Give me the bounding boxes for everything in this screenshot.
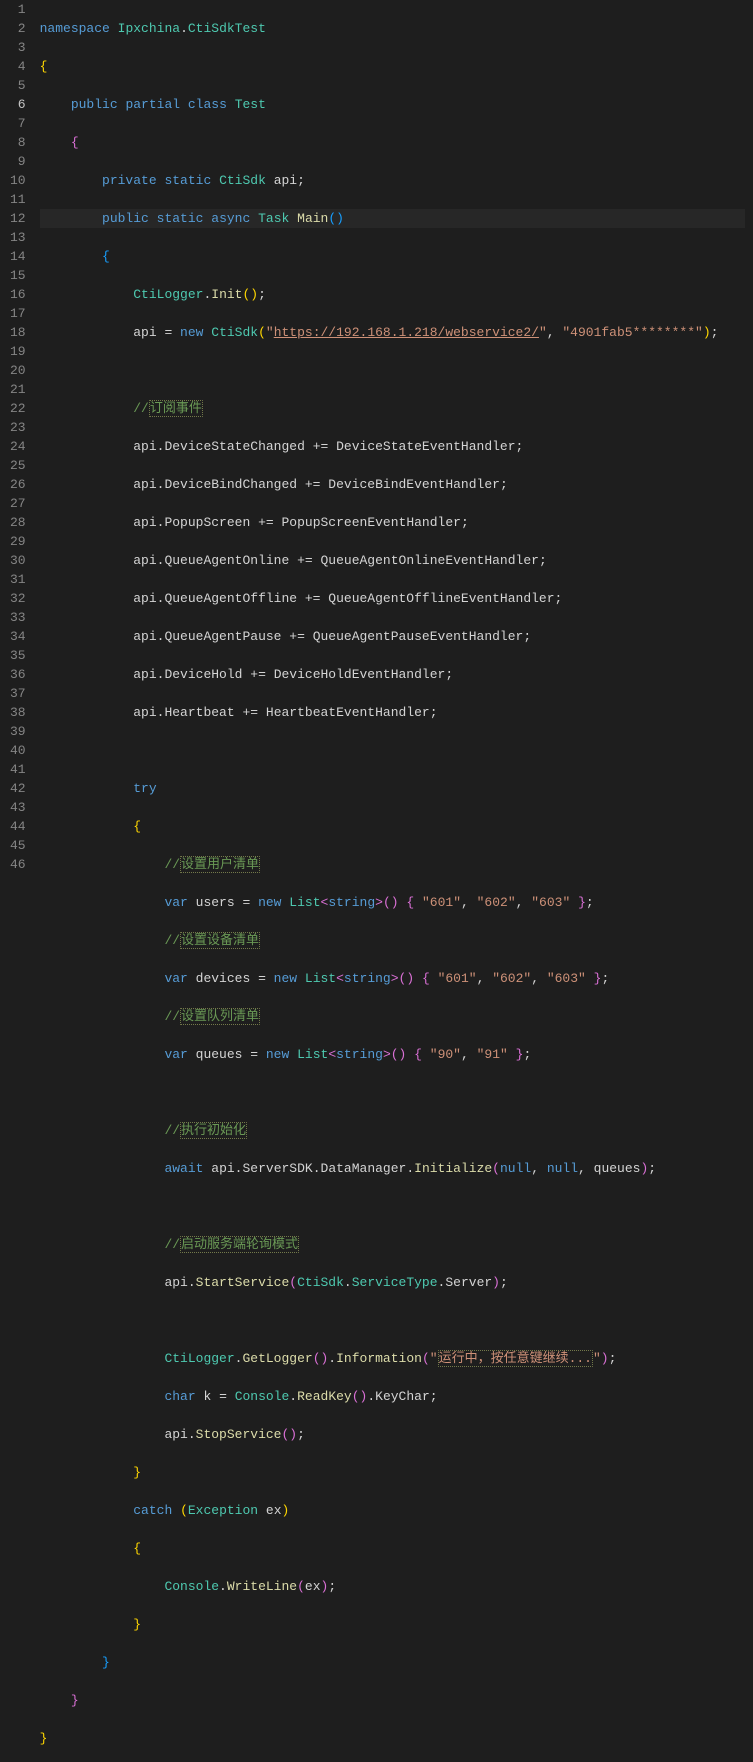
line-number: 39: [10, 722, 26, 741]
line-number: 19: [10, 342, 26, 361]
code-line: [40, 361, 745, 380]
line-number: 7: [10, 114, 26, 133]
code-line: api.PopupScreen += PopupScreenEventHandl…: [40, 513, 745, 532]
line-number: 38: [10, 703, 26, 722]
code-line: //设置设备清单: [40, 931, 745, 950]
code-area[interactable]: namespace Ipxchina.CtiSdkTest { public p…: [40, 0, 753, 1762]
code-line: CtiLogger.GetLogger().Information("运行中，按…: [40, 1349, 745, 1368]
code-line: }: [40, 1653, 745, 1672]
code-line: private static CtiSdk api;: [40, 171, 745, 190]
code-line: {: [40, 133, 745, 152]
line-number: 34: [10, 627, 26, 646]
code-line: api.QueueAgentOnline += QueueAgentOnline…: [40, 551, 745, 570]
code-line: Console.WriteLine(ex);: [40, 1577, 745, 1596]
code-line: //订阅事件: [40, 399, 745, 418]
line-number: 11: [10, 190, 26, 209]
line-number: 17: [10, 304, 26, 323]
code-line: api.StopService();: [40, 1425, 745, 1444]
line-number: 41: [10, 760, 26, 779]
line-number: 35: [10, 646, 26, 665]
line-number: 1: [10, 0, 26, 19]
line-number: 2: [10, 19, 26, 38]
code-line: namespace Ipxchina.CtiSdkTest: [40, 19, 745, 38]
line-number: 28: [10, 513, 26, 532]
line-number: 6: [10, 95, 26, 114]
code-line: }: [40, 1729, 745, 1748]
line-number: 16: [10, 285, 26, 304]
line-number: 13: [10, 228, 26, 247]
code-editor: 1234567891011121314151617181920212223242…: [0, 0, 753, 1762]
line-number: 24: [10, 437, 26, 456]
line-number: 22: [10, 399, 26, 418]
code-line: try: [40, 779, 745, 798]
code-line: catch (Exception ex): [40, 1501, 745, 1520]
code-line: var users = new List<string>() { "601", …: [40, 893, 745, 912]
code-line: {: [40, 817, 745, 836]
code-line: //设置队列清单: [40, 1007, 745, 1026]
line-number: 20: [10, 361, 26, 380]
line-number: 26: [10, 475, 26, 494]
line-number: 45: [10, 836, 26, 855]
line-number: 21: [10, 380, 26, 399]
code-line: //设置用户清单: [40, 855, 745, 874]
code-line: [40, 741, 745, 760]
line-number: 10: [10, 171, 26, 190]
line-number: 9: [10, 152, 26, 171]
line-number: 8: [10, 133, 26, 152]
code-line: api.StartService(CtiSdk.ServiceType.Serv…: [40, 1273, 745, 1292]
code-line: CtiLogger.Init();: [40, 285, 745, 304]
code-line: api.QueueAgentPause += QueueAgentPauseEv…: [40, 627, 745, 646]
code-line: {: [40, 247, 745, 266]
code-line: await api.ServerSDK.DataManager.Initiali…: [40, 1159, 745, 1178]
line-number: 32: [10, 589, 26, 608]
line-number: 29: [10, 532, 26, 551]
code-line: //启动服务端轮询模式: [40, 1235, 745, 1254]
line-number: 46: [10, 855, 26, 874]
line-number-gutter: 1234567891011121314151617181920212223242…: [0, 0, 40, 1762]
code-line: var devices = new List<string>() { "601"…: [40, 969, 745, 988]
line-number: 3: [10, 38, 26, 57]
line-number: 40: [10, 741, 26, 760]
line-number: 30: [10, 551, 26, 570]
line-number: 31: [10, 570, 26, 589]
line-number: 14: [10, 247, 26, 266]
code-line: char k = Console.ReadKey().KeyChar;: [40, 1387, 745, 1406]
line-number: 4: [10, 57, 26, 76]
code-line: api.DeviceHold += DeviceHoldEventHandler…: [40, 665, 745, 684]
code-line: {: [40, 57, 745, 76]
line-number: 23: [10, 418, 26, 437]
line-number: 43: [10, 798, 26, 817]
code-line: //执行初始化: [40, 1121, 745, 1140]
line-number: 33: [10, 608, 26, 627]
code-line: api.DeviceBindChanged += DeviceBindEvent…: [40, 475, 745, 494]
line-number: 42: [10, 779, 26, 798]
code-line: public partial class Test: [40, 95, 745, 114]
code-line: api.DeviceStateChanged += DeviceStateEve…: [40, 437, 745, 456]
code-line: [40, 1197, 745, 1216]
line-number: 25: [10, 456, 26, 475]
line-number: 36: [10, 665, 26, 684]
line-number: 12: [10, 209, 26, 228]
code-line: {: [40, 1539, 745, 1558]
line-number: 44: [10, 817, 26, 836]
line-number: 27: [10, 494, 26, 513]
code-line: api.QueueAgentOffline += QueueAgentOffli…: [40, 589, 745, 608]
line-number: 18: [10, 323, 26, 342]
code-line: api.Heartbeat += HeartbeatEventHandler;: [40, 703, 745, 722]
code-line: }: [40, 1463, 745, 1482]
code-line: api = new CtiSdk("https://192.168.1.218/…: [40, 323, 745, 342]
code-line: [40, 1311, 745, 1330]
code-line: }: [40, 1615, 745, 1634]
line-number: 5: [10, 76, 26, 95]
code-line: var queues = new List<string>() { "90", …: [40, 1045, 745, 1064]
code-line: [40, 1083, 745, 1102]
code-line: }: [40, 1691, 745, 1710]
line-number: 15: [10, 266, 26, 285]
code-line-active: public static async Task Main(): [40, 209, 745, 228]
line-number: 37: [10, 684, 26, 703]
